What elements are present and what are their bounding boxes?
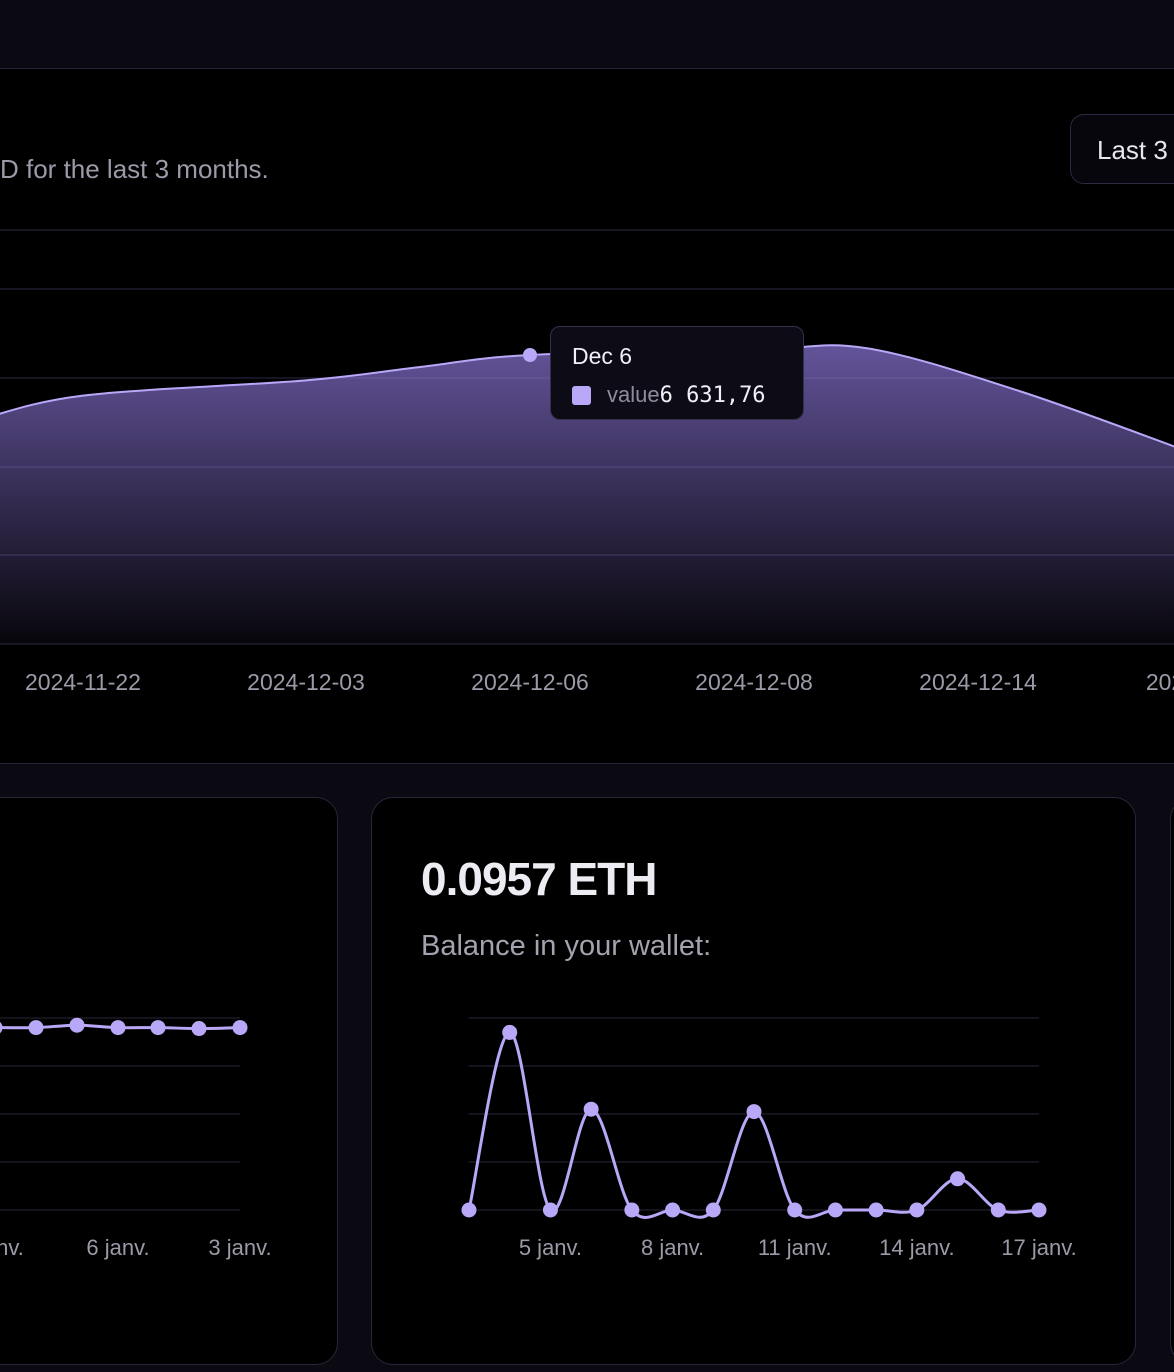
x-tick-label: 14 janv. — [879, 1235, 954, 1260]
data-point — [665, 1202, 681, 1218]
x-tick-label: 17 janv. — [1001, 1235, 1076, 1260]
data-point — [990, 1202, 1006, 1218]
data-point — [583, 1101, 599, 1117]
x-tick-label: 8 janv. — [641, 1235, 704, 1260]
data-point — [909, 1202, 925, 1218]
x-tick-label: 5 janv. — [519, 1235, 582, 1260]
data-point — [542, 1202, 558, 1218]
x-tick-label: 11 janv. — [758, 1235, 832, 1260]
data-point — [868, 1202, 884, 1218]
wallet-line-chart: 5 janv. 8 janv. 11 janv. 14 janv. 17 janv. — [461, 1017, 1077, 1260]
data-point — [461, 1202, 477, 1218]
data-point — [746, 1104, 762, 1120]
data-point — [950, 1171, 966, 1187]
data-point — [787, 1202, 803, 1218]
data-point — [1031, 1202, 1047, 1218]
series-line — [467, 1030, 1040, 1219]
data-point — [624, 1202, 640, 1218]
data-point — [502, 1024, 518, 1040]
data-point — [705, 1202, 721, 1218]
data-point — [827, 1202, 843, 1218]
